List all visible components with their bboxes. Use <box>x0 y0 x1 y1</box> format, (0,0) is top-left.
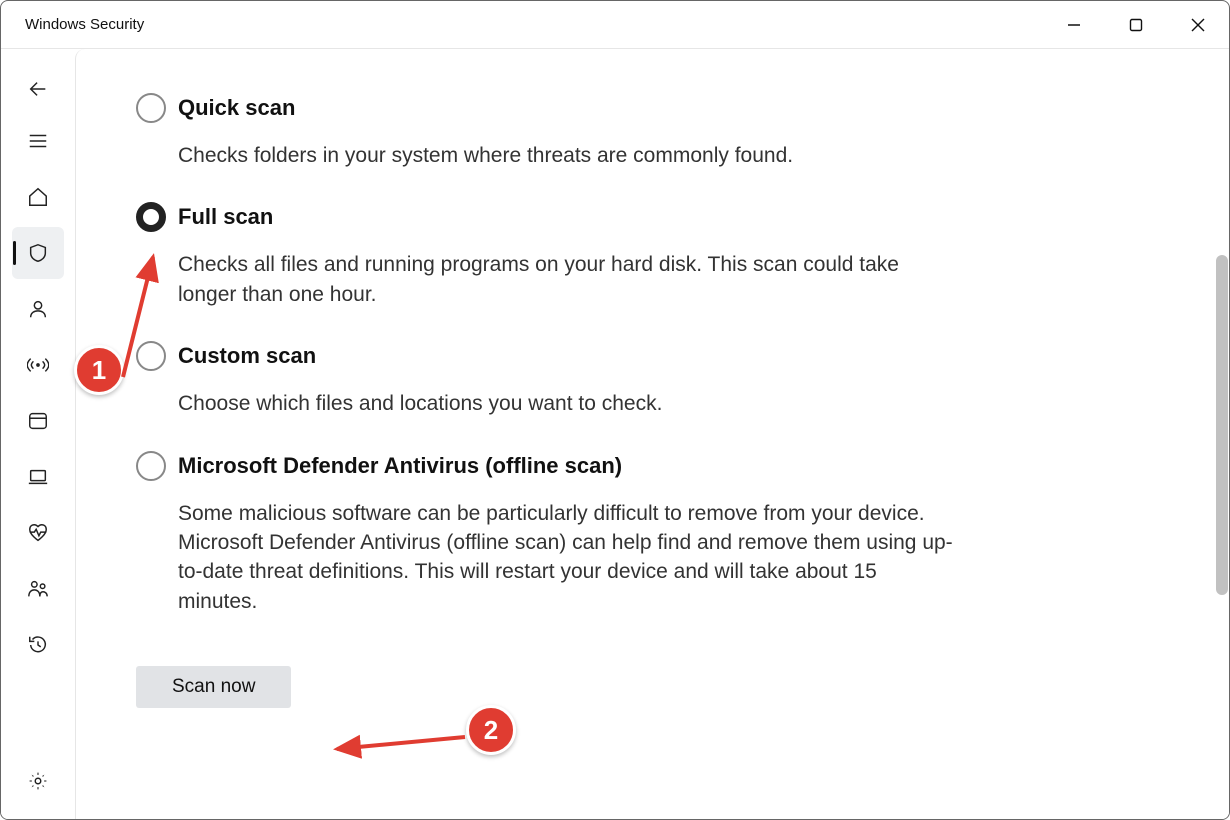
maximize-icon <box>1129 18 1143 32</box>
option-description: Choose which files and locations you wan… <box>178 389 956 418</box>
radio-offline-scan[interactable] <box>136 451 166 481</box>
titlebar: Windows Security <box>1 1 1229 49</box>
gear-icon <box>27 770 49 792</box>
wifi-broadcast-icon <box>27 354 49 376</box>
scan-option-offline: Microsoft Defender Antivirus (offline sc… <box>136 451 956 617</box>
window-title: Windows Security <box>25 16 144 33</box>
sidebar-item-home[interactable] <box>12 171 64 223</box>
radio-quick-scan[interactable] <box>136 93 166 123</box>
scan-option-full: Full scan Checks all files and running p… <box>136 202 956 309</box>
hamburger-icon <box>27 130 49 152</box>
sidebar-item-device-health[interactable] <box>12 507 64 559</box>
radio-full-scan[interactable] <box>136 202 166 232</box>
back-button[interactable] <box>12 67 64 111</box>
sidebar-item-family[interactable] <box>12 563 64 615</box>
option-title: Full scan <box>178 202 956 232</box>
account-icon <box>27 298 49 320</box>
option-description: Checks folders in your system where thre… <box>178 141 956 170</box>
option-title: Custom scan <box>178 341 956 371</box>
option-description: Some malicious software can be particula… <box>178 499 956 617</box>
sidebar-item-app-browser[interactable] <box>12 395 64 447</box>
maximize-button[interactable] <box>1105 1 1167 49</box>
minimize-button[interactable] <box>1043 1 1105 49</box>
radio-custom-scan[interactable] <box>136 341 166 371</box>
scan-now-button[interactable]: Scan now <box>136 666 291 708</box>
sidebar-item-device-security[interactable] <box>12 451 64 503</box>
scan-option-quick: Quick scan Checks folders in your system… <box>136 93 956 170</box>
close-button[interactable] <box>1167 1 1229 49</box>
back-arrow-icon <box>27 78 49 100</box>
minimize-icon <box>1067 18 1081 32</box>
content-area: Quick scan Checks folders in your system… <box>75 49 1229 819</box>
family-icon <box>27 578 49 600</box>
sidebar-item-account[interactable] <box>12 283 64 335</box>
close-icon <box>1191 18 1205 32</box>
option-title: Quick scan <box>178 93 956 123</box>
sidebar-item-settings[interactable] <box>12 755 64 807</box>
sidebar <box>1 49 75 819</box>
app-window: Windows Security <box>0 0 1230 820</box>
history-icon <box>27 634 49 656</box>
home-icon <box>27 186 49 208</box>
shield-icon <box>27 242 49 264</box>
option-title: Microsoft Defender Antivirus (offline sc… <box>178 451 956 481</box>
sidebar-item-history[interactable] <box>12 619 64 671</box>
sidebar-item-virus-protection[interactable] <box>12 227 64 279</box>
app-window-icon <box>27 410 49 432</box>
menu-button[interactable] <box>12 115 64 167</box>
content-scroll[interactable]: Quick scan Checks folders in your system… <box>76 49 1229 819</box>
laptop-icon <box>27 466 49 488</box>
scrollbar-thumb[interactable] <box>1216 255 1228 595</box>
scan-option-custom: Custom scan Choose which files and locat… <box>136 341 956 418</box>
heart-pulse-icon <box>27 522 49 544</box>
sidebar-item-firewall[interactable] <box>12 339 64 391</box>
option-description: Checks all files and running programs on… <box>178 250 956 309</box>
